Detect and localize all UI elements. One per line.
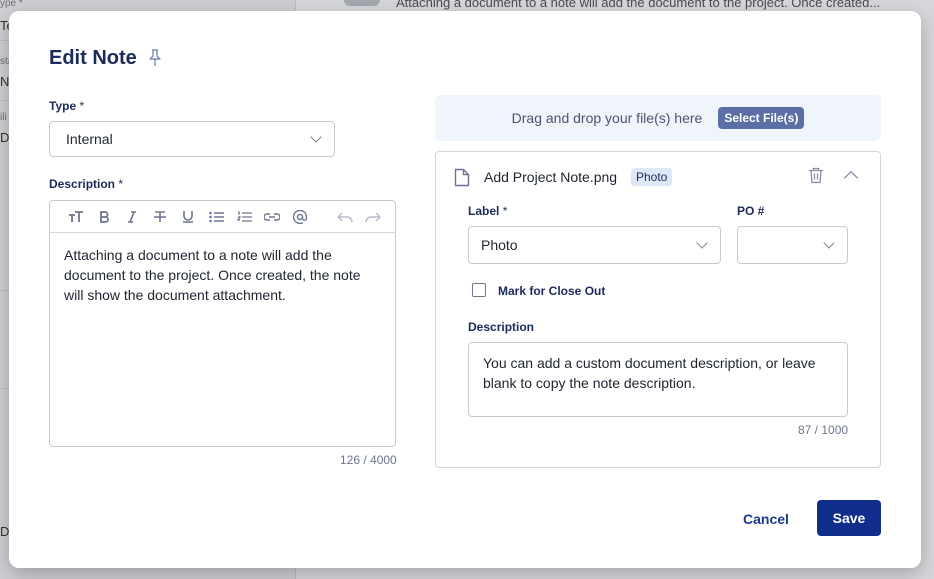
underline-icon[interactable] [174, 207, 202, 227]
file-description-textarea[interactable]: You can add a custom document descriptio… [468, 342, 848, 417]
type-label: Type * [49, 99, 84, 113]
file-label-label-text: Label [468, 204, 500, 218]
strikethrough-icon[interactable] [146, 207, 174, 227]
file-description-char-counter: 87 / 1000 [798, 423, 849, 437]
bg-avatar [344, 0, 380, 6]
type-select-value: Internal [66, 131, 113, 147]
bold-icon[interactable] [90, 207, 118, 227]
close-out-checkbox[interactable] [472, 283, 486, 297]
required-mark: * [502, 204, 508, 218]
file-label-label: Label * [468, 204, 507, 218]
required-mark: * [79, 99, 85, 113]
edit-note-modal: Edit Note Type * Internal Description * [9, 11, 921, 568]
description-editor-content[interactable]: Attaching a document to a note will add … [50, 233, 395, 317]
description-editor[interactable]: Attaching a document to a note will add … [49, 200, 396, 447]
chevron-down-icon [696, 237, 708, 249]
italic-icon[interactable] [118, 207, 146, 227]
po-number-select[interactable] [737, 226, 848, 264]
link-icon[interactable] [258, 207, 286, 227]
pin-icon[interactable] [148, 49, 162, 67]
chevron-down-icon [823, 237, 835, 249]
dropzone-text: Drag and drop your file(s) here [511, 110, 703, 126]
bg-fragment: N [0, 74, 10, 89]
editor-toolbar [50, 201, 395, 233]
file-dropzone[interactable]: Drag and drop your file(s) here Select F… [435, 95, 881, 141]
undo-icon[interactable] [331, 207, 359, 227]
bg-fragment: ili [0, 112, 7, 123]
trash-icon[interactable] [808, 167, 824, 184]
po-number-label: PO # [737, 204, 765, 218]
modal-title: Edit Note [49, 47, 137, 69]
cancel-button[interactable]: Cancel [743, 511, 789, 527]
numbered-list-icon[interactable] [230, 207, 258, 227]
bg-fragment: ype * [0, 0, 23, 9]
close-out-label[interactable]: Mark for Close Out [498, 284, 605, 298]
bullet-list-icon[interactable] [202, 207, 230, 227]
file-icon [454, 168, 470, 187]
background-note-preview: Attaching a document to a note will add … [330, 0, 934, 10]
type-select[interactable]: Internal [49, 121, 335, 157]
chevron-up-icon[interactable] [843, 170, 859, 186]
save-button[interactable]: Save [817, 500, 881, 536]
type-label-text: Type [49, 99, 77, 113]
required-mark: * [118, 177, 124, 191]
history-controls [331, 207, 387, 227]
attached-file-card: Add Project Note.png Photo Label * Photo… [435, 151, 881, 468]
select-files-button[interactable]: Select File(s) [718, 107, 805, 129]
bg-note-text: Attaching a document to a note will add … [396, 0, 881, 10]
file-label-value: Photo [481, 237, 518, 253]
description-char-counter: 126 / 4000 [340, 453, 397, 467]
file-label-select[interactable]: Photo [468, 226, 721, 264]
text-size-icon[interactable] [62, 207, 90, 227]
file-description-label: Description [468, 320, 535, 334]
file-name: Add Project Note.png [484, 169, 618, 185]
file-type-badge: Photo [631, 168, 673, 186]
redo-icon[interactable] [359, 207, 387, 227]
mention-icon[interactable] [286, 207, 314, 227]
chevron-down-icon [310, 131, 322, 143]
description-label-text: Description [49, 177, 116, 191]
description-label: Description * [49, 177, 123, 191]
